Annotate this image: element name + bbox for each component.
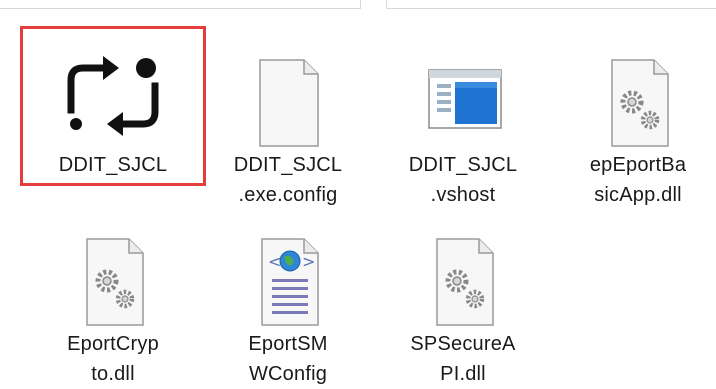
file-item-ddit-sjcl[interactable]: DDIT_SJCL [43,26,183,196]
svg-text:>: > [302,252,315,271]
file-name: EportSM WConfig [248,333,328,385]
file-item-ddit-sjcl-exe-config[interactable]: DDIT_SJCL .exe.config [218,26,358,206]
dll-gear-file-icon [568,40,708,150]
file-name: epEportBa sicApp.dll [589,154,687,206]
file-name: DDIT_SJCL .exe.config [233,154,343,206]
blank-document-icon [218,40,358,150]
dll-gear-file-icon [393,219,533,329]
file-item-eportsmwconfig[interactable]: < > EportSM WConfig [218,205,358,385]
file-item-spsecureapi-dll[interactable]: SPSecureA PI.dll [393,205,533,385]
svg-text:<: < [268,252,281,271]
dll-gear-file-icon [43,219,183,329]
file-name: EportCryp to.dll [67,333,159,385]
file-item-ddit-sjcl-vshost[interactable]: DDIT_SJCL .vshost [393,26,533,206]
right-pane-edge [386,0,716,9]
file-item-epeportbasicapp-dll[interactable]: epEportBa sicApp.dll [568,26,708,206]
file-name: DDIT_SJCL .vshost [408,154,518,206]
application-window-icon [393,40,533,150]
file-name: DDIT_SJCL [58,154,168,176]
left-pane-edge [0,0,361,9]
web-config-file-icon: < > [218,219,358,329]
file-name: SPSecureA PI.dll [410,333,516,385]
sync-arrows-app-icon [43,40,183,150]
file-item-eportcrypto-dll[interactable]: EportCryp to.dll [43,205,183,385]
